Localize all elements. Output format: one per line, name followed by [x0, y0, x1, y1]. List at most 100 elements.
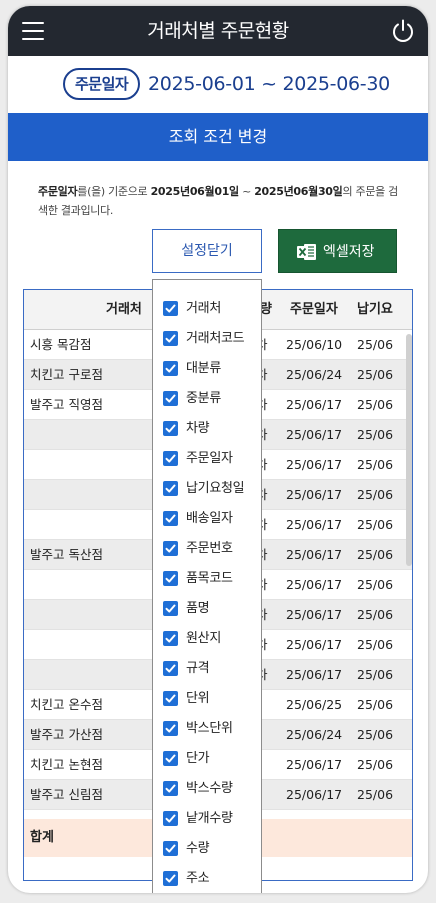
table-scrollbar[interactable] [406, 334, 412, 566]
cell-customer [30, 420, 150, 450]
cell-due-date: 25/06 [357, 427, 394, 442]
excel-save-button[interactable]: 엑셀저장 [278, 229, 397, 273]
column-option-label: 중분류 [186, 391, 221, 406]
cell-due-date: 25/06 [357, 607, 394, 622]
checkbox-checked-icon[interactable] [163, 511, 178, 526]
cell-due-date: 25/06 [357, 367, 394, 382]
column-option[interactable]: 거래처코드 [153, 324, 261, 354]
checkbox-checked-icon[interactable] [163, 721, 178, 736]
column-option[interactable]: 수량 [153, 834, 261, 864]
desc-from-date: 2025년06월01일 [150, 185, 240, 198]
column-option[interactable]: 납기요청일 [153, 474, 261, 504]
column-option-label: 납기요청일 [186, 481, 245, 496]
column-option[interactable]: 낱개수량 [153, 804, 261, 834]
checkbox-checked-icon[interactable] [163, 331, 178, 346]
checkbox-checked-icon[interactable] [163, 361, 178, 376]
app-screen: 거래처별 주문현황 주문일자 2025-06-01 ~ 2025-06-30 조… [8, 6, 428, 893]
date-type-badge: 주문일자 [63, 68, 141, 100]
column-option[interactable]: 품목코드 [153, 564, 261, 594]
checkbox-checked-icon[interactable] [163, 631, 178, 646]
cell-due-date: 25/06 [357, 517, 394, 532]
cell-order-date: 25/06/17 [286, 517, 343, 532]
col-header-customer[interactable]: 거래처 [106, 290, 142, 330]
cell-customer: 시흥 목감점 [30, 337, 92, 352]
column-option[interactable]: 중분류 [153, 384, 261, 414]
column-option[interactable]: 박스수량 [153, 774, 261, 804]
checkbox-checked-icon[interactable] [163, 421, 178, 436]
close-settings-button[interactable]: 설정닫기 [152, 229, 262, 273]
cell-due-date: 25/06 [357, 487, 394, 502]
cell-order-date: 25/06/17 [286, 787, 343, 802]
column-option-label: 수량 [186, 841, 210, 856]
cell-due-date: 25/06 [357, 397, 394, 412]
cell-customer [30, 630, 150, 660]
column-option-label: 대분류 [186, 361, 221, 376]
cell-order-date: 25/06/17 [286, 757, 343, 772]
column-option-label: 주문번호 [186, 541, 233, 556]
cell-customer [30, 660, 150, 690]
checkbox-checked-icon[interactable] [163, 571, 178, 586]
column-option[interactable]: 주문번호 [153, 534, 261, 564]
checkbox-checked-icon[interactable] [163, 691, 178, 706]
cell-customer: 치킨고 온수점 [30, 697, 103, 712]
column-option-label: 거래처코드 [186, 331, 245, 346]
cell-order-date: 25/06/10 [286, 337, 343, 352]
column-option[interactable]: 박스단위 [153, 714, 261, 744]
cell-order-date: 25/06/24 [286, 367, 343, 382]
cell-order-date: 25/06/17 [286, 397, 343, 412]
column-option[interactable]: 주문일자 [153, 444, 261, 474]
cell-due-date: 25/06 [357, 457, 394, 472]
excel-icon [297, 244, 316, 260]
column-option-label: 주소 [186, 871, 210, 886]
desc-key: 주문일자 [38, 185, 78, 198]
column-option[interactable]: 대분류 [153, 354, 261, 384]
column-option[interactable]: 단가 [153, 744, 261, 774]
column-option-label: 차량 [186, 421, 210, 436]
cell-order-date: 25/06/25 [286, 697, 343, 712]
column-option[interactable]: 품명 [153, 594, 261, 624]
checkbox-checked-icon[interactable] [163, 391, 178, 406]
column-option[interactable]: 거래처 [153, 294, 261, 324]
checkbox-checked-icon[interactable] [163, 481, 178, 496]
column-option[interactable]: 배송일자 [153, 504, 261, 534]
cell-customer: 발주고 신림점 [30, 787, 103, 802]
desc-text-1: 를(을) 기준으로 [77, 185, 151, 198]
checkbox-checked-icon[interactable] [163, 541, 178, 556]
search-description: 주문일자를(을) 기준으로 2025년06월01일 ~ 2025년06월30일의… [38, 182, 398, 220]
column-option[interactable]: 차량 [153, 414, 261, 444]
cell-due-date: 25/06 [357, 577, 394, 592]
cell-order-date: 25/06/17 [286, 607, 343, 622]
desc-sep: ~ [238, 185, 255, 198]
desc-to-date: 2025년06월30일 [254, 185, 343, 198]
change-condition-button[interactable]: 조회 조건 변경 [8, 113, 428, 161]
column-option[interactable]: 주소 [153, 864, 261, 893]
checkbox-checked-icon[interactable] [163, 451, 178, 466]
cell-customer: 치킨고 구로점 [30, 367, 103, 382]
column-option-label: 박스수량 [186, 781, 233, 796]
checkbox-checked-icon[interactable] [163, 841, 178, 856]
checkbox-checked-icon[interactable] [163, 601, 178, 616]
col-header-order-date[interactable]: 주문일자 [290, 290, 338, 330]
cell-due-date: 25/06 [357, 337, 394, 352]
checkbox-checked-icon[interactable] [163, 811, 178, 826]
checkbox-checked-icon[interactable] [163, 301, 178, 316]
column-option-label: 단위 [186, 691, 210, 706]
checkbox-checked-icon[interactable] [163, 661, 178, 676]
cell-due-date: 25/06 [357, 727, 394, 742]
column-option-label: 규격 [186, 661, 210, 676]
column-option-label: 낱개수량 [186, 811, 233, 826]
column-option[interactable]: 규격 [153, 654, 261, 684]
cell-due-date: 25/06 [357, 667, 394, 682]
col-header-due-date[interactable]: 납기요 [357, 290, 393, 330]
checkbox-checked-icon[interactable] [163, 781, 178, 796]
checkbox-checked-icon[interactable] [163, 871, 178, 886]
cell-customer: 발주고 직영점 [30, 397, 103, 412]
checkbox-checked-icon[interactable] [163, 751, 178, 766]
column-option-label: 원산지 [186, 631, 221, 646]
column-option[interactable]: 단위 [153, 684, 261, 714]
column-option[interactable]: 원산지 [153, 624, 261, 654]
top-bar: 거래처별 주문현황 [8, 6, 428, 56]
power-icon[interactable] [390, 18, 416, 44]
cell-customer: 발주고 가산점 [30, 727, 103, 742]
cell-customer [30, 510, 150, 540]
